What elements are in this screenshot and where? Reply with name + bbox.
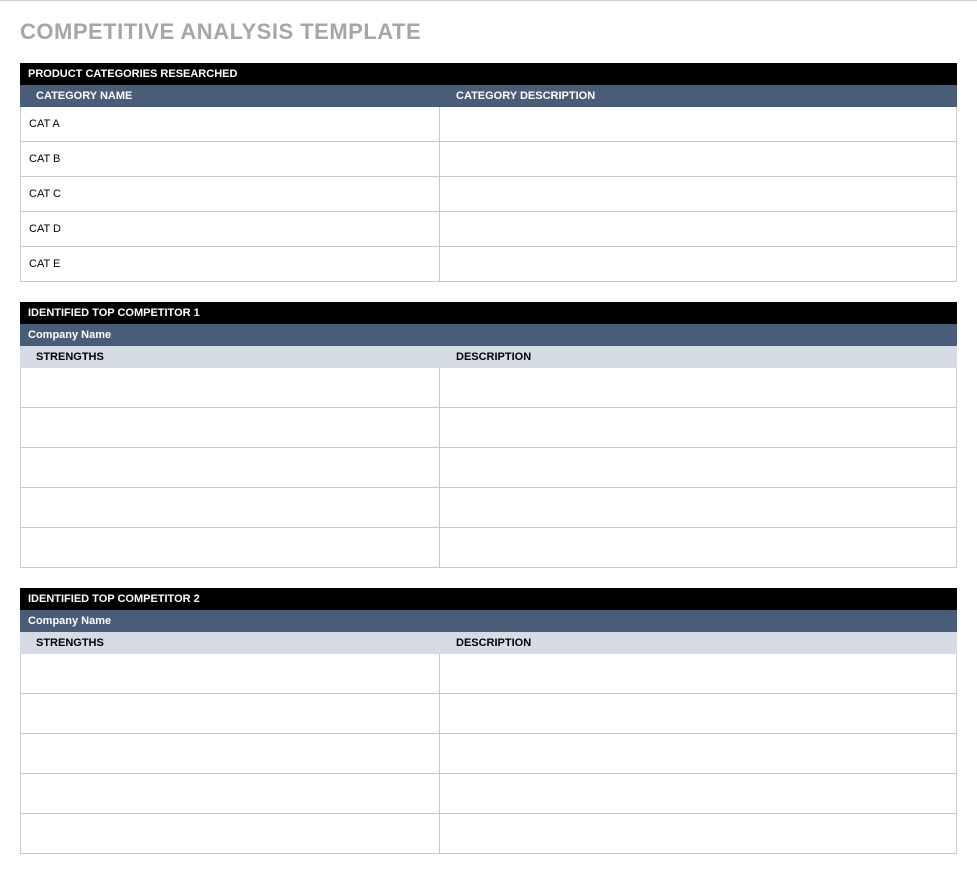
table-row — [20, 488, 957, 528]
competitor1-company-label: Company Name — [20, 324, 957, 346]
competitor1-col-desc: DESCRIPTION — [448, 351, 957, 363]
table-row — [20, 814, 957, 854]
strength-desc-cell[interactable] — [440, 694, 957, 734]
competitor2-section: IDENTIFIED TOP COMPETITOR 2 Company Name… — [20, 588, 957, 854]
strength-cell[interactable] — [20, 694, 440, 734]
strength-desc-cell[interactable] — [440, 814, 957, 854]
competitor1-header: IDENTIFIED TOP COMPETITOR 1 — [20, 302, 957, 324]
table-row — [20, 368, 957, 408]
table-row: CAT A — [20, 107, 957, 142]
category-desc-cell[interactable] — [440, 107, 957, 142]
table-row: CAT C — [20, 177, 957, 212]
categories-header: PRODUCT CATEGORIES RESEARCHED — [20, 63, 957, 85]
table-row: CAT E — [20, 247, 957, 282]
table-row: CAT D — [20, 212, 957, 247]
category-desc-cell[interactable] — [440, 247, 957, 282]
category-desc-cell[interactable] — [440, 212, 957, 247]
document-page: COMPETITIVE ANALYSIS TEMPLATE PRODUCT CA… — [0, 0, 977, 892]
competitor2-col-strengths: STRENGTHS — [28, 637, 448, 649]
strength-cell[interactable] — [20, 774, 440, 814]
categories-col-name: CATEGORY NAME — [28, 90, 448, 102]
categories-column-header: CATEGORY NAME CATEGORY DESCRIPTION — [20, 85, 957, 107]
table-row: CAT B — [20, 142, 957, 177]
table-row — [20, 448, 957, 488]
strength-desc-cell[interactable] — [440, 774, 957, 814]
strength-cell[interactable] — [20, 488, 440, 528]
strength-cell[interactable] — [20, 368, 440, 408]
table-row — [20, 734, 957, 774]
competitor2-company-label: Company Name — [20, 610, 957, 632]
competitor1-column-header: STRENGTHS DESCRIPTION — [20, 346, 957, 368]
strength-cell[interactable] — [20, 654, 440, 694]
competitor2-col-desc: DESCRIPTION — [448, 637, 957, 649]
category-desc-cell[interactable] — [440, 177, 957, 212]
category-name-cell[interactable]: CAT C — [20, 177, 440, 212]
page-title: COMPETITIVE ANALYSIS TEMPLATE — [20, 19, 957, 45]
table-row — [20, 408, 957, 448]
table-row — [20, 774, 957, 814]
category-name-cell[interactable]: CAT D — [20, 212, 440, 247]
category-name-cell[interactable]: CAT A — [20, 107, 440, 142]
categories-section: PRODUCT CATEGORIES RESEARCHED CATEGORY N… — [20, 63, 957, 282]
category-name-cell[interactable]: CAT B — [20, 142, 440, 177]
strength-cell[interactable] — [20, 814, 440, 854]
strength-desc-cell[interactable] — [440, 368, 957, 408]
strength-desc-cell[interactable] — [440, 408, 957, 448]
strength-cell[interactable] — [20, 528, 440, 568]
strength-desc-cell[interactable] — [440, 654, 957, 694]
strength-desc-cell[interactable] — [440, 528, 957, 568]
competitor1-col-strengths: STRENGTHS — [28, 351, 448, 363]
table-row — [20, 654, 957, 694]
competitor2-header: IDENTIFIED TOP COMPETITOR 2 — [20, 588, 957, 610]
category-name-cell[interactable]: CAT E — [20, 247, 440, 282]
categories-col-desc: CATEGORY DESCRIPTION — [448, 90, 957, 102]
table-row — [20, 528, 957, 568]
strength-desc-cell[interactable] — [440, 448, 957, 488]
competitor2-column-header: STRENGTHS DESCRIPTION — [20, 632, 957, 654]
strength-cell[interactable] — [20, 408, 440, 448]
category-desc-cell[interactable] — [440, 142, 957, 177]
strength-desc-cell[interactable] — [440, 488, 957, 528]
strength-desc-cell[interactable] — [440, 734, 957, 774]
strength-cell[interactable] — [20, 448, 440, 488]
table-row — [20, 694, 957, 734]
strength-cell[interactable] — [20, 734, 440, 774]
competitor1-section: IDENTIFIED TOP COMPETITOR 1 Company Name… — [20, 302, 957, 568]
